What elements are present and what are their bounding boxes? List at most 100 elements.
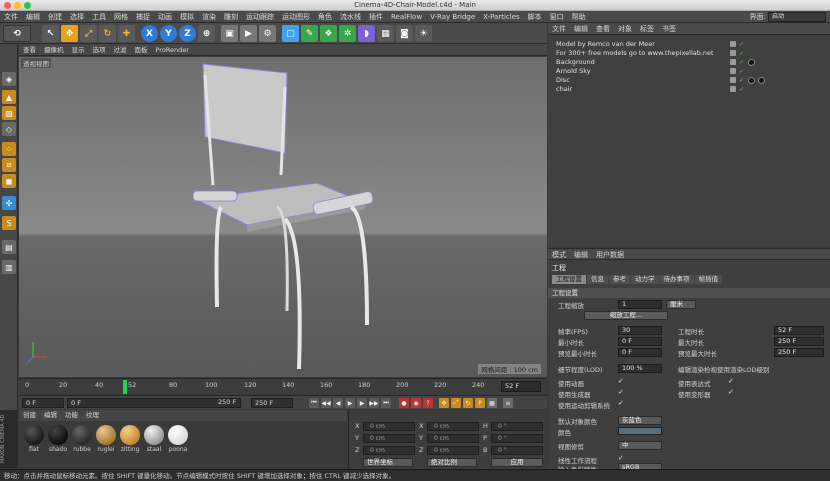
scale-tool-icon[interactable]: ⤢ — [80, 25, 97, 42]
object-row[interactable]: Model by Remco van der Meer ✓ — [548, 40, 830, 49]
enabled-check-icon[interactable]: ✓ — [739, 67, 744, 76]
size-y-field[interactable]: 0 cm — [427, 434, 479, 443]
light-icon[interactable]: ☀ — [415, 25, 432, 42]
menu-create[interactable]: 创建 — [44, 11, 66, 23]
axis-mode-icon[interactable]: ✣ — [2, 196, 16, 210]
timeline-menu-icon[interactable]: ≡ — [503, 398, 513, 408]
cube-object-icon[interactable]: ▢ — [282, 25, 299, 42]
workplane-mode-icon[interactable]: ◇ — [2, 122, 16, 136]
floor-object-icon[interactable]: ▦ — [377, 25, 394, 42]
current-frame-field[interactable]: 52 F — [501, 381, 541, 392]
menu-help[interactable]: 帮助 — [568, 11, 590, 23]
menu-window[interactable]: 窗口 — [546, 11, 568, 23]
fps-field[interactable]: 30 — [618, 326, 662, 335]
menu-pipeline[interactable]: 流水线 — [336, 11, 365, 23]
coordinate-mode-select[interactable]: 世界坐标 — [363, 458, 413, 467]
material-menu-edit[interactable]: 编辑 — [40, 410, 61, 421]
menu-mesh[interactable]: 网格 — [110, 11, 132, 23]
viewport-menu-prorender[interactable]: ProRender — [152, 44, 193, 56]
linear-workflow-checkbox[interactable]: ✓ — [618, 454, 624, 462]
menu-select[interactable]: 选择 — [66, 11, 88, 23]
viewport-menu-view[interactable]: 查看 — [19, 44, 40, 56]
subdivision-surface-icon[interactable]: ❖ — [320, 25, 337, 42]
use-motion-system-checkbox[interactable]: ✓ — [618, 399, 624, 407]
material-tag-icon[interactable] — [748, 59, 755, 66]
rot-b-field[interactable]: 0 ° — [491, 446, 543, 455]
enabled-check-icon[interactable]: ✓ — [739, 49, 744, 58]
lock-workplane-icon[interactable]: ▥ — [2, 260, 16, 274]
visibility-dot-icon[interactable] — [730, 59, 736, 65]
prev-key-icon[interactable]: ◀◀ — [321, 398, 331, 408]
tab-dynamics[interactable]: 动力学 — [631, 275, 659, 284]
next-frame-icon[interactable]: ▶ — [357, 398, 367, 408]
tab-todo[interactable]: 待办事项 — [659, 275, 694, 284]
menu-mograph[interactable]: 运动图形 — [278, 11, 314, 23]
edges-mode-icon[interactable]: ⧄ — [2, 158, 16, 172]
min-time-field[interactable]: 0 F — [618, 337, 662, 346]
menu-vray-bridge[interactable]: V-Ray Bridge — [426, 11, 479, 23]
visibility-dot-icon[interactable] — [730, 50, 736, 56]
apply-button[interactable]: 应用 — [491, 458, 543, 467]
preview-max-field[interactable]: 250 F — [774, 348, 824, 357]
render-to-picture-viewer-icon[interactable]: ▶ — [240, 25, 257, 42]
om-menu-edit[interactable]: 编辑 — [570, 23, 592, 35]
key-parameter-icon[interactable]: P — [475, 398, 485, 408]
color-swatch[interactable] — [618, 427, 662, 435]
preview-min-field[interactable]: 0 F — [618, 348, 662, 357]
close-window-button[interactable] — [4, 2, 11, 9]
menu-render[interactable]: 渲染 — [198, 11, 220, 23]
pos-x-field[interactable]: 0 cm — [363, 422, 415, 431]
visibility-dot-icon[interactable] — [730, 68, 736, 74]
array-icon[interactable]: ✲ — [339, 25, 356, 42]
render-settings-icon[interactable]: ⚙ — [259, 25, 276, 42]
tab-info[interactable]: 信息 — [587, 275, 608, 284]
timeline-ruler[interactable]: 0 20 40 52 80 100 120 140 160 180 200 22… — [19, 378, 547, 394]
material-tag-icon[interactable] — [758, 77, 765, 84]
menu-x-particles[interactable]: X-Particles — [479, 11, 523, 23]
visibility-dot-icon[interactable] — [730, 77, 736, 83]
object-row[interactable]: Arnold Sky ✓ — [548, 67, 830, 76]
size-z-field[interactable]: 0 cm — [427, 446, 479, 455]
start-frame-field[interactable]: 0 F — [22, 398, 64, 408]
enabled-check-icon[interactable]: ✓ — [739, 85, 744, 94]
pos-z-field[interactable]: 0 cm — [363, 446, 415, 455]
scale-project-button[interactable]: 缩放工程... — [584, 311, 668, 320]
record-keys-icon[interactable]: ● — [399, 398, 409, 408]
default-object-color-select[interactable]: 灰蓝色 — [618, 416, 662, 425]
menu-plugins[interactable]: 插件 — [365, 11, 387, 23]
material-swatch[interactable]: poona — [167, 425, 189, 453]
visibility-dot-icon[interactable] — [730, 86, 736, 92]
material-swatch[interactable]: staal — [143, 425, 165, 453]
material-swatch[interactable]: flat — [23, 425, 45, 453]
z-axis-lock-icon[interactable]: Z — [179, 25, 196, 42]
quantize-icon[interactable]: ▤ — [2, 240, 16, 254]
menu-motion-tracking[interactable]: 运动跟踪 — [242, 11, 278, 23]
render-view-icon[interactable]: ▣ — [221, 25, 238, 42]
coordinate-system-icon[interactable]: ⊕ — [198, 25, 215, 42]
project-scale-field[interactable]: 1 — [618, 300, 662, 309]
timeline-playhead[interactable] — [123, 380, 127, 394]
undo-redo-icon[interactable]: ⟲ — [3, 25, 31, 42]
material-menu-function[interactable]: 功能 — [61, 410, 82, 421]
pos-y-field[interactable]: 0 cm — [363, 434, 415, 443]
menu-simulate[interactable]: 模拟 — [176, 11, 198, 23]
use-animation-checkbox[interactable]: ✓ — [618, 377, 624, 385]
tab-project-settings[interactable]: 工程设置 — [552, 275, 586, 284]
end-frame-field[interactable]: 250 F — [251, 398, 293, 408]
viewport-menu-filter[interactable]: 过滤 — [110, 44, 131, 56]
menu-character[interactable]: 角色 — [314, 11, 336, 23]
tab-key-interpolation[interactable]: 帧插值 — [694, 275, 722, 284]
next-key-icon[interactable]: ▶▶ — [369, 398, 379, 408]
view-clipping-select[interactable]: 中 — [618, 441, 662, 450]
play-icon[interactable]: ▶ — [345, 398, 355, 408]
object-row[interactable]: chair ✓ — [548, 85, 830, 94]
viewport-menu-options[interactable]: 选项 — [89, 44, 110, 56]
keyframe-selection-icon[interactable]: ? — [423, 398, 433, 408]
om-menu-view[interactable]: 查看 — [592, 23, 614, 35]
y-axis-lock-icon[interactable]: Y — [160, 25, 177, 42]
menu-edit[interactable]: 编辑 — [22, 11, 44, 23]
make-editable-icon[interactable]: ◈ — [2, 72, 16, 86]
move-tool-icon[interactable]: ✥ — [61, 25, 78, 42]
menu-animate[interactable]: 动画 — [154, 11, 176, 23]
recent-tools-icon[interactable]: ✚ — [118, 25, 135, 42]
